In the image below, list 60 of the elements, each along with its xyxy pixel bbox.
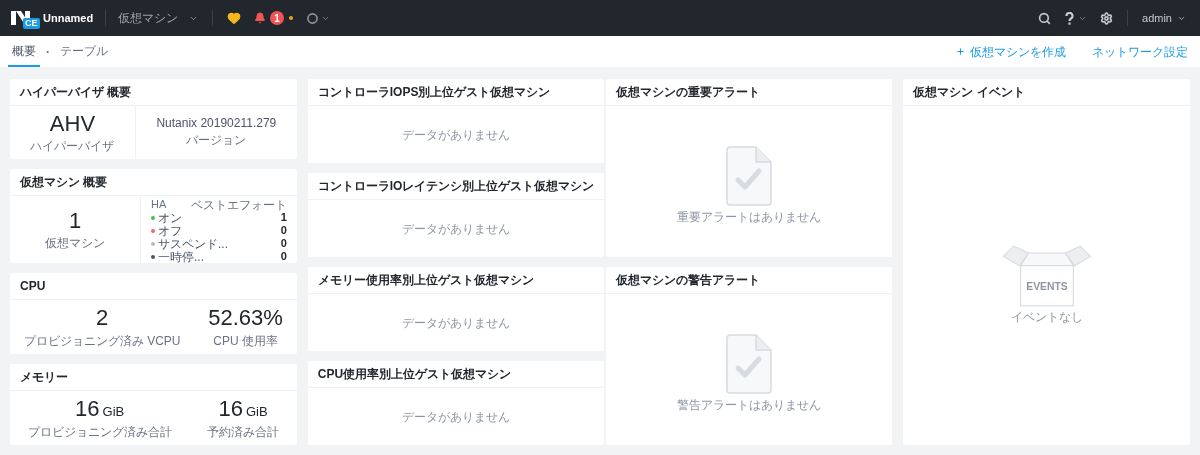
vm-state-count: 1	[280, 212, 287, 223]
help-icon[interactable]	[1065, 11, 1075, 25]
widget-title: メモリー	[20, 369, 68, 386]
tab[interactable]: テーブル	[56, 36, 112, 67]
stat-value: 52.63%	[208, 304, 283, 332]
stat-label: ハイパーバイザ	[30, 138, 115, 156]
network-settings-link[interactable]: ネットワーク設定	[1092, 36, 1188, 67]
stat-value: 16 GiB	[218, 395, 268, 423]
widget-title: メモリー使用率別上位ゲスト仮想マシン	[317, 272, 534, 289]
vm-state-label: 一時停...	[158, 250, 204, 263]
vm-state-count: 0	[280, 238, 287, 249]
widget-title: コントローラIOレイテンシ別上位ゲスト仮想マシン	[317, 178, 595, 195]
vm-state-label: サスペンド...	[158, 237, 228, 250]
vm-state-label: オフ	[158, 224, 182, 237]
stat-label: CPU 使用率	[213, 332, 278, 350]
widget-title: 仮想マシンの重要アラート	[615, 84, 760, 101]
stat-label: 予約済み合計	[207, 423, 280, 441]
stat-label: 仮想マシン	[45, 235, 105, 253]
edition-badge: CE	[23, 18, 40, 29]
vm-state-count: 0	[280, 225, 287, 236]
widget-title: CPU使用率別上位ゲスト仮想マシン	[317, 366, 512, 383]
stat-label: プロビジョニング済み VCPU	[23, 332, 181, 350]
empty-message: 重要アラートはありません	[676, 208, 821, 226]
column-header: ベストエフォート	[190, 196, 287, 213]
stat-value: Nutanix 20190211.279	[156, 116, 277, 131]
widget-title: ハイパーバイザ 概要	[20, 84, 132, 101]
widget-title: CPU	[20, 278, 46, 295]
document-check-icon	[725, 333, 772, 394]
plus-icon	[956, 47, 965, 56]
user-menu[interactable]: admin	[1142, 9, 1186, 27]
vm-state-label: オン	[158, 211, 182, 224]
widget-title: 仮想マシン 概要	[20, 174, 108, 191]
empty-message: イベントなし	[1010, 309, 1083, 326]
tab-separator: ·	[46, 43, 50, 61]
stat-value: 16 GiB	[75, 395, 125, 423]
empty-message: データがありません	[402, 314, 511, 332]
alert-count-badge[interactable]: 1	[270, 11, 285, 25]
empty-message: データがありません	[402, 126, 511, 144]
stat-value: 2	[96, 304, 109, 332]
stat-label: バージョン	[186, 132, 247, 149]
empty-message: 警告アラートはありません	[676, 396, 821, 414]
widget-title: 仮想マシンの警告アラート	[615, 272, 760, 289]
entity-menu[interactable]: 仮想マシン	[118, 9, 199, 27]
document-check-icon	[725, 145, 772, 206]
widget-title: コントローラIOPS別上位ゲスト仮想マシン	[317, 84, 551, 101]
column-header: HA	[151, 197, 167, 213]
stat-value: 1	[68, 206, 82, 235]
settings-icon[interactable]	[1100, 11, 1114, 25]
cluster-name: Unnamed	[43, 10, 94, 26]
stat-label: プロビジョニング済み合計	[27, 423, 172, 441]
stat-value: AHV	[49, 109, 96, 138]
empty-message: データがありません	[402, 408, 511, 426]
empty-message: データがありません	[402, 220, 511, 238]
widget-title: 仮想マシン イベント	[913, 84, 1025, 101]
bell-icon[interactable]	[254, 12, 267, 24]
ring-icon[interactable]	[307, 12, 319, 24]
create-vm-link[interactable]: 仮想マシンを作成	[956, 36, 1066, 67]
tab[interactable]: 概要	[8, 36, 40, 67]
vm-state-count: 0	[280, 251, 287, 262]
search-icon[interactable]	[1038, 11, 1052, 25]
